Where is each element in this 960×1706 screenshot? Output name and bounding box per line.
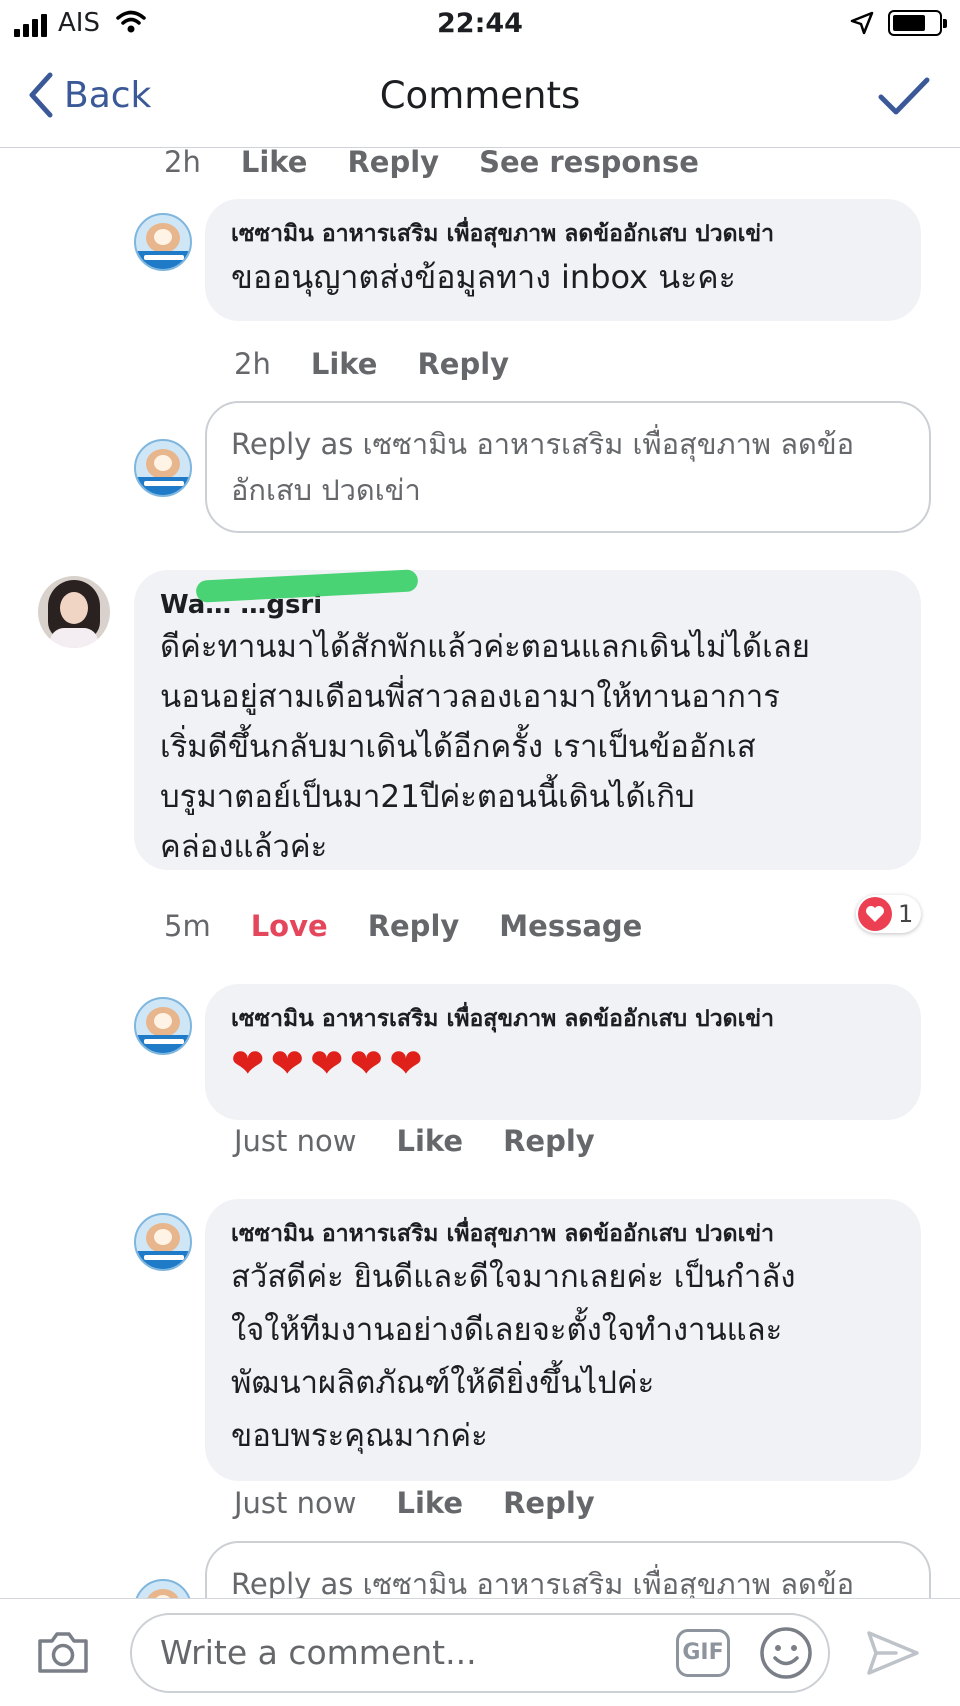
sticker-smile-icon[interactable] <box>758 1625 814 1681</box>
location-arrow-icon <box>850 11 874 35</box>
reply-button[interactable]: Reply <box>503 1124 595 1158</box>
comment-bubble: เซซามิน อาหารเสริม เพื่อสุขภาพ ลดข้ออักเ… <box>205 1199 921 1481</box>
like-button[interactable]: Like <box>311 347 378 381</box>
comment-bubble: เซซามิน อาหารเสริม เพื่อสุขภาพ ลดข้ออักเ… <box>205 984 921 1120</box>
battery-icon <box>888 10 947 36</box>
comment-actions: 5m Love Reply Message <box>164 909 642 943</box>
reply-button[interactable]: Reply <box>417 347 509 381</box>
comment-input[interactable]: Write a comment... GIF <box>130 1613 830 1693</box>
reply-as-line1: Reply as เซซามิน อาหารเสริม เพื่อสุขภาพ … <box>231 427 855 461</box>
comment-time: 2h <box>234 347 271 381</box>
comment-author[interactable]: เซซามิน อาหารเสริม เพื่อสุขภาพ ลดข้ออักเ… <box>231 1217 895 1251</box>
comment-time: 2h <box>164 149 201 179</box>
status-bar: AIS 22:44 <box>0 0 960 48</box>
like-button[interactable]: Like <box>396 1124 463 1158</box>
comment-actions: Just now Like Reply <box>234 1486 595 1520</box>
send-icon[interactable] <box>866 1629 920 1677</box>
comment-time: Just now <box>234 1486 357 1520</box>
page-title: Comments <box>379 74 581 117</box>
page-avatar <box>134 439 192 497</box>
comment-text-line: ขอบพระคุณมากค่ะ <box>231 1418 488 1454</box>
comment-actions: Just now Like Reply <box>234 1124 595 1158</box>
gif-button[interactable]: GIF <box>676 1629 730 1677</box>
page-avatar[interactable] <box>134 997 192 1055</box>
reply-button[interactable]: Reply <box>503 1486 595 1520</box>
heart-icon <box>858 897 892 931</box>
comment-bubble: เซซามิน อาหารเสริม เพื่อสุขภาพ ลดข้ออักเ… <box>205 199 921 321</box>
comments-feed[interactable]: 2h Like Reply See response เซซามิน อาหาร… <box>0 149 960 1598</box>
hearts-emoji-text: ❤❤❤❤❤ <box>231 1041 429 1087</box>
comment-actions: 2h Like Reply <box>234 347 509 381</box>
user-avatar[interactable] <box>38 576 110 648</box>
comment-composer: Write a comment... GIF <box>0 1598 960 1706</box>
reply-as-input[interactable]: Reply as เซซามิน อาหารเสริม เพื่อสุขภาพ … <box>205 1541 931 1598</box>
comment-time: 5m <box>164 909 211 943</box>
comment-text-line: ดีค่ะทานมาได้สักพักแล้วค่ะตอนแลกเดินไม่ไ… <box>160 629 810 665</box>
reply-as-line1: Reply as เซซามิน อาหารเสริม เพื่อสุขภาพ … <box>231 1567 855 1598</box>
reaction-count: 1 <box>898 900 914 928</box>
comment-text-line: เริ่มดีขึ้นกลับมาเดินได้อีกครั้ง เราเป็น… <box>160 729 756 765</box>
page-avatar <box>134 1579 192 1598</box>
comment-input-placeholder: Write a comment... <box>160 1633 477 1672</box>
see-response-button[interactable]: See response <box>479 149 699 179</box>
page-avatar[interactable] <box>134 213 192 271</box>
comment-text: ขออนุญาตส่งข้อมูลทาง inbox นะคะ <box>231 258 736 296</box>
checkmark-icon[interactable] <box>878 76 930 116</box>
nav-bar: Back Comments <box>0 48 960 148</box>
comment-text-line: สวัสดีค่ะ ยินดีและดีใจมากเลยค่ะ เป็นกำลั… <box>231 1259 796 1295</box>
comment-text-line: บรูมาตอย์เป็นมา21ปีค่ะตอนนี้เดินได้เกิบ <box>160 779 695 815</box>
comment-actions: 2h Like Reply See response <box>164 149 699 179</box>
comment-text-line: พัฒนาผลิตภัณฑ์ให้ดียิ่งขึ้นไปค่ะ <box>231 1365 655 1401</box>
love-button[interactable]: Love <box>251 909 328 943</box>
like-button[interactable]: Like <box>396 1486 463 1520</box>
message-button[interactable]: Message <box>499 909 642 943</box>
reply-button[interactable]: Reply <box>347 149 439 179</box>
comment-time: Just now <box>234 1124 357 1158</box>
reply-as-line2: อักเสบ ปวดเข่า <box>231 473 421 507</box>
comment-bubble: Wa… …gsri ดีค่ะทานมาได้สักพักแล้วค่ะตอนแ… <box>134 570 921 870</box>
reply-button[interactable]: Reply <box>368 909 460 943</box>
clock: 22:44 <box>437 8 523 39</box>
comment-text-line: ใจให้ทีมงานอย่างดีเลยจะตั้งใจทำงานและ <box>231 1312 783 1348</box>
comment-text-line: คล่องแล้วค่ะ <box>160 829 328 865</box>
comment-author[interactable]: เซซามิน อาหารเสริม เพื่อสุขภาพ ลดข้ออักเ… <box>231 1002 895 1036</box>
reply-as-input[interactable]: Reply as เซซามิน อาหารเสริม เพื่อสุขภาพ … <box>205 401 931 533</box>
reaction-badge[interactable]: 1 <box>856 895 922 933</box>
page-avatar[interactable] <box>134 1213 192 1271</box>
like-button[interactable]: Like <box>241 149 308 179</box>
camera-icon[interactable] <box>36 1629 90 1675</box>
comment-text-line: นอนอยู่สามเดือนพี่สาวลองเอามาให้ทานอาการ <box>160 679 780 715</box>
comment-author[interactable]: เซซามิน อาหารเสริม เพื่อสุขภาพ ลดข้ออักเ… <box>231 217 895 251</box>
